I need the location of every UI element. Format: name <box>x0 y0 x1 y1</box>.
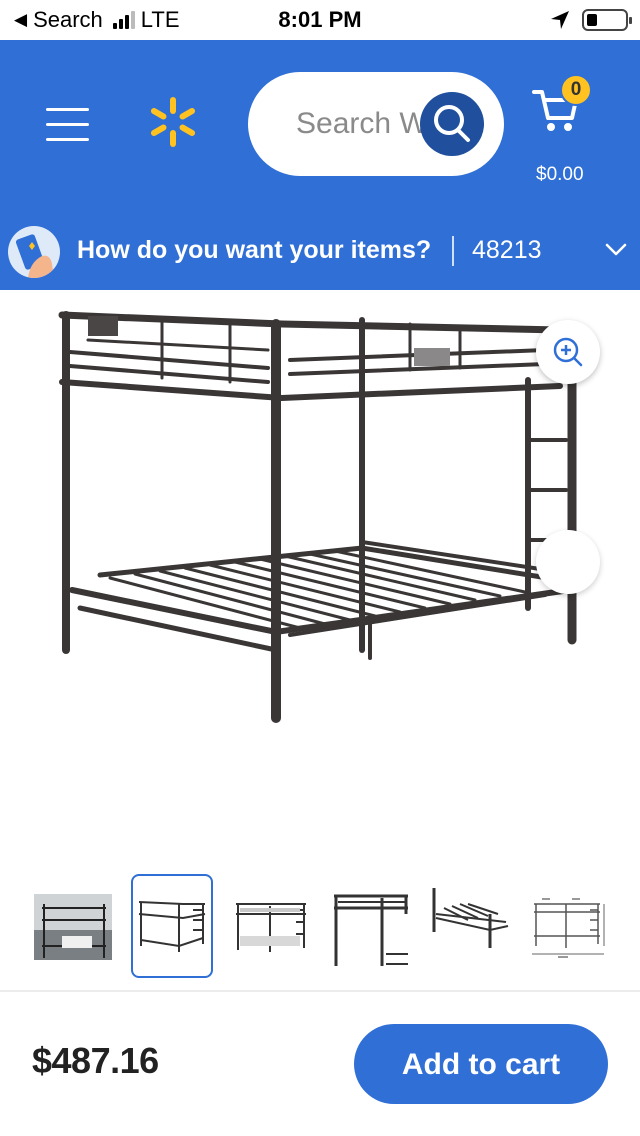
add-to-cart-button[interactable]: Add to cart <box>354 1024 608 1104</box>
search-box[interactable] <box>248 72 504 176</box>
thumbnail-strip <box>0 872 640 982</box>
section-divider <box>0 990 640 992</box>
share-button[interactable] <box>536 530 600 594</box>
walmart-spark-logo[interactable] <box>146 95 200 149</box>
zoom-button[interactable] <box>536 320 600 384</box>
thumbnail-5[interactable] <box>428 874 510 978</box>
cart-count-badge: 0 <box>560 74 592 106</box>
delivery-zip: 48213 <box>472 236 542 264</box>
thumbnail-4[interactable] <box>330 874 412 978</box>
cart-button[interactable]: 0 $0.00 <box>530 74 604 185</box>
search-icon <box>434 105 470 142</box>
search-button[interactable] <box>420 92 484 156</box>
search-input[interactable] <box>296 72 436 176</box>
clock: 8:01 PM <box>278 7 362 32</box>
thumbnail-2[interactable] <box>131 874 213 978</box>
app-header: 0 $0.00 How do you want your items? 4821… <box>0 40 640 290</box>
status-right <box>550 9 632 31</box>
delivery-prompt: How do you want your items? <box>77 236 432 264</box>
status-bar: ◀ Search LTE 8:01 PM <box>0 0 640 40</box>
thumbnail-3[interactable] <box>230 874 312 978</box>
hamburger-icon <box>46 108 89 111</box>
delivery-divider <box>452 236 454 266</box>
delivery-phone-icon <box>8 226 60 278</box>
battery-icon <box>582 9 632 31</box>
thumbnail-6[interactable] <box>528 874 610 978</box>
thumbnail-1[interactable] <box>32 874 114 978</box>
menu-button[interactable] <box>46 108 90 144</box>
location-arrow-icon <box>551 11 569 29</box>
zoom-in-icon <box>553 337 583 367</box>
product-price: $487.16 <box>32 1040 159 1081</box>
cart-total: $0.00 <box>536 164 584 185</box>
delivery-selector[interactable]: How do you want your items? 48213 <box>0 220 640 290</box>
chevron-down-icon[interactable] <box>604 240 628 260</box>
